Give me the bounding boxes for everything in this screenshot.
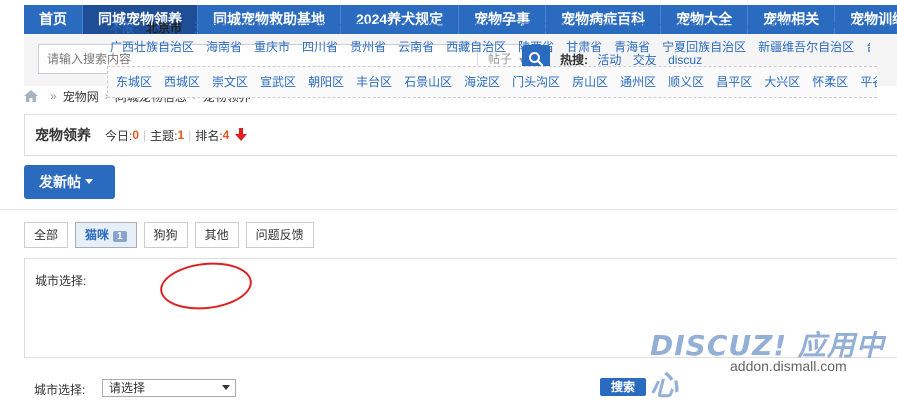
- province-link[interactable]: 重庆市: [254, 40, 290, 54]
- district-link[interactable]: 崇文区: [212, 75, 248, 89]
- tab-cats[interactable]: 猫咪 1: [75, 222, 137, 248]
- province-link[interactable]: 江西省: [818, 21, 854, 35]
- province-link[interactable]: 四川省: [302, 40, 338, 54]
- district-link[interactable]: 东城区: [116, 75, 152, 89]
- province-link[interactable]: 山西省: [290, 21, 326, 35]
- breadcrumb-item[interactable]: 宠物网: [63, 88, 99, 105]
- divider: |: [188, 128, 192, 142]
- today-count: 0: [132, 128, 140, 142]
- city-select[interactable]: 请选择: [102, 379, 236, 397]
- province-link[interactable]: 辽宁省: [422, 21, 458, 35]
- province-link[interactable]: 不限: [110, 21, 134, 35]
- province-link[interactable]: 新疆维吾尔自治区: [758, 40, 854, 54]
- province-link[interactable]: 陕西省: [518, 40, 554, 54]
- tab-count-badge: 1: [113, 231, 127, 242]
- province-link[interactable]: 上海市: [578, 21, 614, 35]
- district-link[interactable]: 昌平区: [716, 75, 752, 89]
- tab-label: 问题反馈: [255, 228, 304, 242]
- chevron-down-icon: [222, 385, 230, 390]
- province-link[interactable]: 福建省: [770, 21, 806, 35]
- province-link[interactable]: 甘肃省: [566, 40, 602, 54]
- district-link[interactable]: 大兴区: [764, 75, 800, 89]
- hot-link[interactable]: 活动: [597, 53, 621, 67]
- district-link[interactable]: 丰台区: [356, 75, 392, 89]
- breadcrumb-separator: »: [50, 89, 57, 103]
- province-link[interactable]: 海南省: [206, 40, 242, 54]
- province-link[interactable]: 广西壮族自治区: [110, 40, 194, 54]
- province-link[interactable]: 北京市: [146, 21, 182, 35]
- tab-feedback[interactable]: 问题反馈: [245, 222, 314, 248]
- threads-label: 主题:: [150, 128, 178, 143]
- district-link[interactable]: 房山区: [572, 75, 608, 89]
- divider-line: [0, 209, 897, 210]
- district-link[interactable]: 通州区: [620, 75, 656, 89]
- caret-down-icon: [85, 179, 93, 184]
- province-row-1: 不限 北京市 天津市 河北省 山西省 内蒙古自治区 辽宁省 吉林省 黑龙江省 上海市 江苏省 浙江省安…: [110, 20, 870, 36]
- forum-info: 宠物领养 今日: 0 | 主题: 1 | 排名: 4: [24, 114, 897, 156]
- threads-count: 1: [177, 128, 185, 142]
- home-icon[interactable]: [24, 90, 38, 102]
- district-list: 东城区 西城区 崇文区 宣武区 朝阳区 丰台区 石景山区 海淀区 门头沟区 房山区 通州区 顺义区 昌平…: [107, 66, 877, 98]
- new-post-label: 发新帖: [39, 174, 81, 190]
- tab-label: 全部: [34, 228, 59, 242]
- province-link[interactable]: 吉林省: [470, 21, 506, 35]
- district-link[interactable]: 怀柔区: [812, 75, 848, 89]
- nav-home[interactable]: 首页: [24, 5, 83, 34]
- province-link[interactable]: 内蒙古自治区: [338, 21, 410, 35]
- divider: |: [143, 128, 147, 142]
- rank-value: 4: [222, 128, 230, 142]
- province-link[interactable]: 江苏省: [626, 21, 662, 35]
- hot-link[interactable]: discuz: [668, 53, 702, 67]
- district-link[interactable]: 海淀区: [464, 75, 500, 89]
- district-link[interactable]: 宣武区: [260, 75, 296, 89]
- province-link[interactable]: 台湾省: [866, 40, 870, 54]
- watermark-url: addon.dismall.com: [730, 358, 847, 374]
- city-filter-label: 城市选择:: [35, 274, 87, 288]
- tab-dogs[interactable]: 狗狗: [143, 222, 188, 248]
- province-link[interactable]: 贵州省: [350, 40, 386, 54]
- district-link[interactable]: 顺义区: [668, 75, 704, 89]
- tab-other[interactable]: 其他: [194, 222, 239, 248]
- province-link[interactable]: 青海省: [614, 40, 650, 54]
- hot-search-label: 热搜:: [560, 53, 588, 67]
- province-link[interactable]: 河北省: [242, 21, 278, 35]
- hot-link[interactable]: 交友: [633, 53, 657, 67]
- tab-label: 猫咪: [85, 228, 110, 242]
- province-link[interactable]: 浙江省: [674, 21, 710, 35]
- tab-label: 其他: [204, 228, 229, 242]
- province-link[interactable]: 安徽省: [722, 21, 758, 35]
- filter-search-button[interactable]: 搜索: [600, 378, 646, 396]
- district-link[interactable]: 石景山区: [404, 75, 452, 89]
- filter-label: 城市选择:: [34, 383, 86, 397]
- district-link[interactable]: 西城区: [164, 75, 200, 89]
- province-link[interactable]: 云南省: [398, 40, 434, 54]
- province-link[interactable]: 宁夏回族自治区: [662, 40, 746, 54]
- forum-title: 宠物领养: [35, 127, 91, 143]
- province-row-2: 广西壮族自治区 海南省 重庆市 四川省 贵州省 云南省 西藏自治区 陕西省 甘肃省 青海省 宁夏回族…: [110, 39, 870, 55]
- city-filter: 城市选择:: [24, 258, 897, 358]
- new-post-button[interactable]: 发新帖: [24, 165, 115, 199]
- rank-label: 排名:: [195, 128, 223, 143]
- province-link[interactable]: 黑龙江省: [518, 21, 566, 35]
- arrow-down-icon: [235, 128, 248, 141]
- district-link[interactable]: 朝阳区: [308, 75, 344, 89]
- district-link[interactable]: 门头沟区: [512, 75, 560, 89]
- tab-all[interactable]: 全部: [24, 222, 69, 248]
- type-tabs: 全部 猫咪 1 狗狗 其他 问题反馈: [24, 222, 321, 248]
- province-link[interactable]: 天津市: [194, 21, 230, 35]
- today-label: 今日:: [105, 128, 133, 143]
- tab-label: 狗狗: [153, 228, 178, 242]
- province-link[interactable]: 山东省: [866, 21, 870, 35]
- district-link[interactable]: 平谷区: [860, 75, 877, 89]
- province-link[interactable]: 西藏自治区: [446, 40, 506, 54]
